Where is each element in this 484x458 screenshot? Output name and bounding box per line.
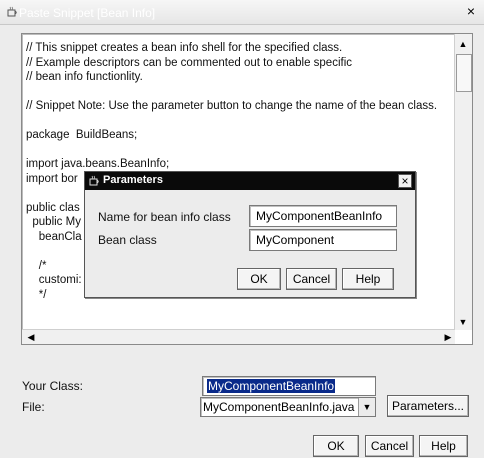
code-line: package BuildBeans; bbox=[26, 129, 138, 141]
file-value: MyComponentBeanInfo.java bbox=[203, 400, 355, 414]
scroll-right-icon[interactable]: ▶ bbox=[442, 331, 454, 343]
ok-button[interactable]: OK bbox=[313, 435, 359, 457]
close-icon[interactable]: × bbox=[398, 174, 412, 188]
cancel-button[interactable]: Cancel bbox=[365, 435, 414, 457]
file-label: File: bbox=[22, 400, 45, 414]
bean-class-label: Bean class bbox=[98, 233, 157, 247]
close-icon[interactable]: × bbox=[464, 4, 478, 18]
paste-snippet-window: Paste Snippet [Bean Info] × // This snip… bbox=[0, 0, 484, 458]
code-line: // bean info functionlity. bbox=[26, 71, 143, 83]
code-line: import java.beans.BeanInfo; bbox=[26, 158, 170, 170]
bean-info-class-value: MyComponentBeanInfo bbox=[256, 209, 383, 223]
vertical-scroll-thumb[interactable] bbox=[456, 54, 472, 92]
parameters-dialog-title-bar[interactable]: Parameters × bbox=[85, 172, 415, 190]
scroll-left-icon[interactable]: ◀ bbox=[25, 331, 37, 343]
parameters-dialog: Parameters × Name for bean info class My… bbox=[84, 171, 416, 298]
window-title-bar[interactable]: Paste Snippet [Bean Info] × bbox=[0, 0, 484, 25]
dialog-cancel-button[interactable]: Cancel bbox=[286, 268, 337, 290]
bean-class-field[interactable]: MyComponent bbox=[249, 229, 397, 251]
bean-info-class-field[interactable]: MyComponentBeanInfo bbox=[249, 205, 397, 227]
dialog-help-button[interactable]: Help bbox=[342, 268, 394, 290]
scroll-down-icon[interactable]: ▼ bbox=[457, 316, 469, 328]
code-line: // Example descriptors can be commented … bbox=[26, 56, 353, 69]
code-line: // Snippet Note: Use the parameter butto… bbox=[26, 100, 438, 112]
dialog-ok-button[interactable]: OK bbox=[237, 268, 281, 290]
your-class-value: MyComponentBeanInfo bbox=[207, 379, 336, 393]
horizontal-scrollbar[interactable]: ◀ ▶ bbox=[22, 329, 455, 344]
your-class-label: Your Class: bbox=[22, 379, 83, 393]
parameters-dialog-title: Parameters bbox=[103, 174, 163, 186]
file-dropdown[interactable]: MyComponentBeanInfo.java ▼ bbox=[200, 397, 376, 417]
cup-icon bbox=[89, 175, 99, 186]
your-class-field[interactable]: MyComponentBeanInfo bbox=[202, 376, 376, 396]
window-title: Paste Snippet [Bean Info] bbox=[19, 6, 156, 20]
bean-class-value: MyComponent bbox=[256, 233, 335, 247]
cup-icon bbox=[7, 6, 17, 17]
help-button[interactable]: Help bbox=[419, 435, 468, 457]
code-line: // This snippet creates a bean info shel… bbox=[26, 42, 343, 54]
chevron-down-icon[interactable]: ▼ bbox=[358, 398, 375, 416]
scroll-up-icon[interactable]: ▲ bbox=[457, 38, 469, 50]
vertical-scrollbar[interactable]: ▲ ▼ bbox=[454, 34, 472, 330]
bean-info-class-label: Name for bean info class bbox=[98, 210, 231, 224]
parameters-button[interactable]: Parameters... bbox=[387, 395, 469, 417]
